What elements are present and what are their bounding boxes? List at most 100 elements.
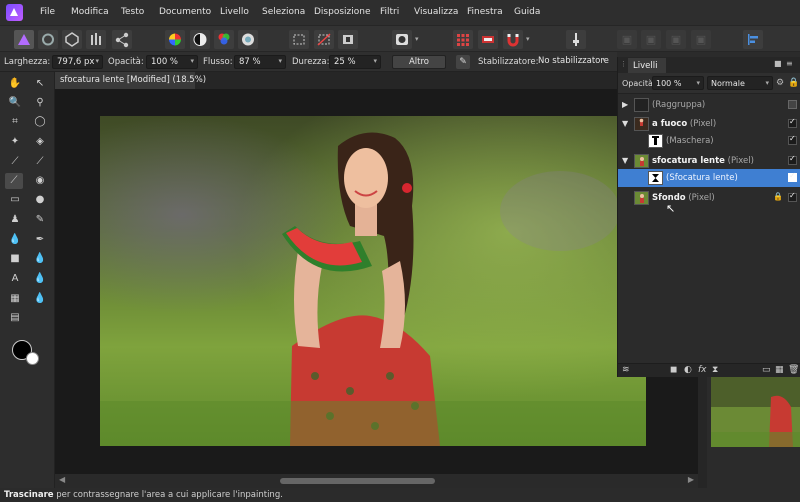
layer-row-lens-blur-filter[interactable]: (Sfocatura lente): [618, 169, 800, 187]
invert-selection-button[interactable]: [338, 30, 358, 49]
layer-visibility-checkbox[interactable]: [788, 171, 797, 182]
secondary-color-swatch[interactable]: [26, 352, 39, 365]
live-filter-icon[interactable]: ⧗: [712, 365, 718, 375]
marquee-select-button[interactable]: [289, 30, 309, 49]
text-tool-icon[interactable]: A: [6, 271, 24, 287]
move-tool-icon[interactable]: ↖: [31, 76, 49, 92]
add-pixel-layer-icon[interactable]: ▦: [775, 365, 784, 375]
layer-visibility-checkbox[interactable]: [788, 134, 797, 145]
color-wheel-button[interactable]: [165, 30, 185, 49]
export-persona-button[interactable]: [112, 30, 132, 49]
pen-tool-icon[interactable]: ✒: [31, 232, 49, 248]
color-picker-tool-icon[interactable]: ⚲: [31, 95, 49, 111]
stabilizer-select[interactable]: No stabilizzatore ▾: [535, 55, 609, 69]
blemish-removal-tool-icon[interactable]: ✎: [31, 212, 49, 228]
brush-settings-button[interactable]: [566, 30, 586, 49]
menu-disposizione[interactable]: Disposizione: [314, 7, 371, 17]
menu-finestra[interactable]: Finestra: [467, 7, 503, 17]
mesh-warp-tool-icon[interactable]: ▦: [6, 291, 24, 307]
paint-brush-tool-icon[interactable]: ⟋: [6, 154, 24, 170]
pixel-brush-tool-icon[interactable]: ⟋: [31, 154, 49, 170]
inpainting-brush-tool-icon[interactable]: ⟋: [5, 173, 23, 189]
contrast-button[interactable]: [190, 30, 210, 49]
layer-visibility-checkbox[interactable]: [788, 100, 797, 109]
assistant-button[interactable]: [478, 30, 498, 49]
layer-row-mask[interactable]: (Maschera): [618, 132, 800, 150]
menu-file[interactable]: File: [40, 7, 55, 17]
layers-opacity-field[interactable]: 100 % ▾: [652, 76, 704, 90]
photo-persona-button[interactable]: [14, 30, 34, 49]
sponge-brush-tool-icon[interactable]: 💧: [31, 291, 49, 307]
liquify-persona-button[interactable]: [38, 30, 58, 49]
grid-snap-button[interactable]: [453, 30, 473, 49]
hsl-button[interactable]: [214, 30, 234, 49]
arrange-front-button[interactable]: ▣: [691, 30, 711, 49]
scroll-left-icon[interactable]: ◀: [59, 475, 65, 484]
snapping-button[interactable]: [503, 30, 523, 49]
menu-guida[interactable]: Guida: [514, 7, 540, 17]
menu-modifica[interactable]: Modifica: [71, 7, 109, 17]
document-photo[interactable]: [100, 116, 646, 446]
expand-arrow-icon[interactable]: ▶: [622, 100, 628, 109]
add-group-icon[interactable]: ▭: [762, 365, 771, 375]
menu-seleziona[interactable]: Seleziona: [262, 7, 305, 17]
menu-filtri[interactable]: Filtri: [380, 7, 399, 17]
eraser-tool-icon[interactable]: ▭: [6, 192, 24, 208]
snapping-dropdown-icon[interactable]: ▾: [526, 35, 530, 43]
panel-collapse-icon[interactable]: ≡: [786, 59, 793, 68]
flood-select-tool-icon[interactable]: ✦: [6, 134, 24, 150]
arrange-backward-button[interactable]: ▣: [641, 30, 661, 49]
delete-layer-icon[interactable]: 🗑: [788, 365, 799, 375]
flood-fill-tool-icon[interactable]: ◈: [31, 134, 49, 150]
layer-stack-icon[interactable]: ≋: [622, 365, 630, 375]
document-tab[interactable]: sfocatura lente [Modified] (18.5%): [55, 72, 206, 89]
horizontal-scroll-thumb[interactable]: [280, 478, 435, 484]
layer-lock-icon[interactable]: 🔒: [788, 78, 799, 88]
scroll-right-icon[interactable]: ▶: [688, 475, 694, 484]
affinity-photo-logo-icon[interactable]: [6, 4, 23, 21]
hand-tool-icon[interactable]: ✋: [6, 76, 24, 92]
layer-lock-icon[interactable]: 🔒: [773, 192, 783, 201]
lasso-selection-tool-icon[interactable]: ◯: [31, 114, 49, 130]
menu-documento[interactable]: Documento: [159, 7, 211, 17]
canvas-area[interactable]: [55, 89, 698, 474]
adjustment-icon[interactable]: ◐: [684, 365, 692, 375]
layer-visibility-checkbox[interactable]: [788, 117, 797, 128]
layer-visibility-checkbox[interactable]: [788, 191, 797, 202]
menu-livello[interactable]: Livello: [220, 7, 249, 17]
quick-mask-dropdown-icon[interactable]: ▾: [415, 35, 419, 43]
layer-row-sfocatura-lente[interactable]: ▼ sfocatura lente (Pixel): [618, 152, 800, 170]
zoom-tool-icon[interactable]: 🔍: [6, 95, 24, 111]
smudge-brush-tool-icon[interactable]: 💧: [31, 251, 49, 267]
color-replacement-tool-icon[interactable]: ◉: [31, 173, 49, 189]
blur-brush-tool-icon[interactable]: 💧: [6, 232, 24, 248]
white-balance-button[interactable]: [238, 30, 258, 49]
menu-visualizza[interactable]: Visualizza: [414, 7, 458, 17]
dodge-tool-icon[interactable]: ●: [31, 192, 49, 208]
align-button[interactable]: [743, 30, 763, 49]
sharpen-brush-tool-icon[interactable]: 💧: [31, 271, 49, 287]
more-button[interactable]: Altro: [392, 55, 446, 69]
width-field[interactable]: 797,6 px ▾: [52, 55, 103, 69]
navigator-preview[interactable]: [711, 377, 800, 447]
flow-field[interactable]: 87 % ▾: [234, 55, 286, 69]
layer-row-sfondo[interactable]: Sfondo (Pixel) 🔒: [618, 189, 800, 207]
clone-brush-tool-icon[interactable]: ♟: [6, 212, 24, 228]
layers-tab[interactable]: Livelli: [628, 58, 666, 73]
brush-pen-icon[interactable]: ✎: [456, 55, 470, 69]
tone-mapping-persona-button[interactable]: [86, 30, 106, 49]
layer-row-group[interactable]: ▶ (Raggruppa): [618, 96, 800, 114]
opacity-field[interactable]: 100 % ▾: [146, 55, 198, 69]
collapse-arrow-icon[interactable]: ▼: [622, 119, 628, 128]
layer-visibility-checkbox[interactable]: [788, 154, 797, 165]
blend-mode-select[interactable]: Normale ▾: [707, 76, 773, 90]
rectangle-tool-icon[interactable]: ■: [6, 251, 24, 267]
horizontal-scrollbar[interactable]: ◀ ▶: [55, 474, 698, 488]
panel-menu-icon[interactable]: ■: [774, 59, 782, 68]
arrange-forward-button[interactable]: ▣: [666, 30, 686, 49]
hardness-field[interactable]: 25 % ▾: [329, 55, 381, 69]
layer-settings-gear-icon[interactable]: ⚙: [776, 78, 784, 88]
add-mask-icon[interactable]: ◼: [670, 365, 677, 375]
menu-testo[interactable]: Testo: [121, 7, 144, 17]
arrange-back-button[interactable]: ▣: [617, 30, 637, 49]
